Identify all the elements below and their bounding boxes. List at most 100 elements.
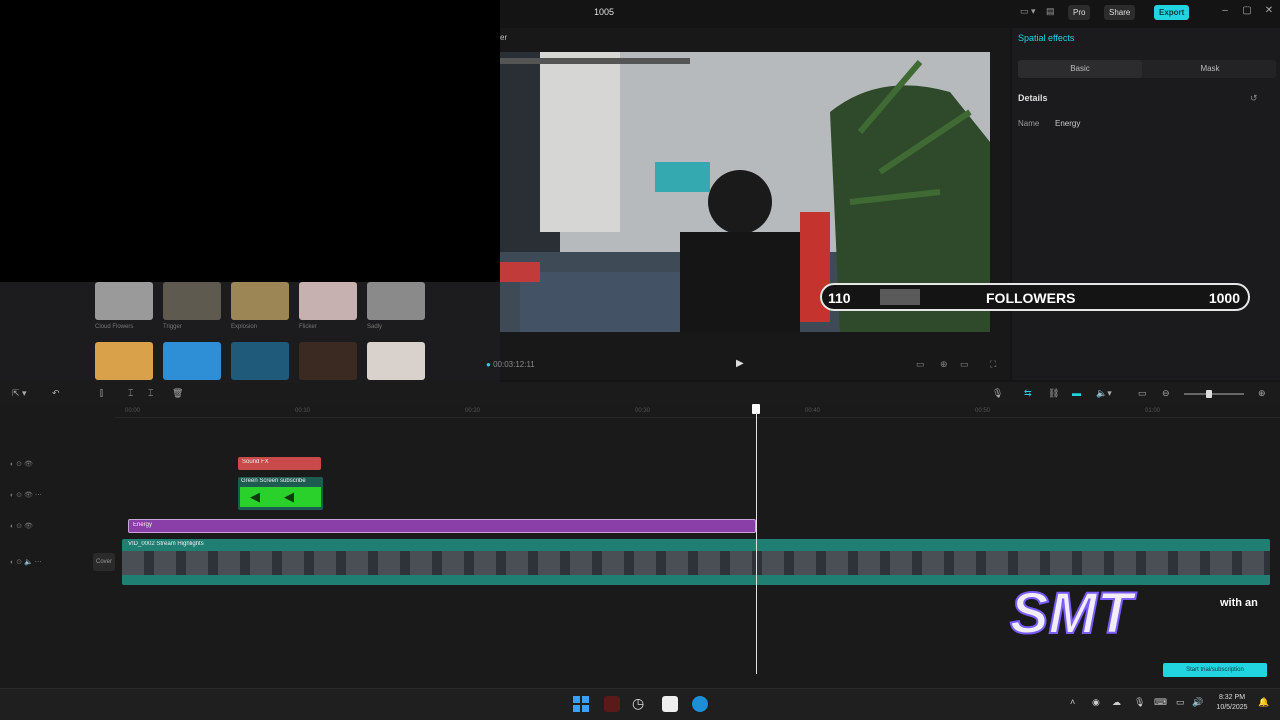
link-icon[interactable]: ⛓ [1048, 388, 1059, 399]
zoom-slider-handle[interactable] [1206, 390, 1212, 398]
ruler-tick: 00:20 [465, 408, 481, 414]
fullscreen-icon[interactable]: ⛶ [990, 359, 996, 370]
undo-icon[interactable]: ↶ [52, 388, 60, 399]
media-thumb[interactable] [95, 342, 153, 380]
ruler-tick: 00:40 [805, 408, 821, 414]
track-header[interactable]: ◐ ⊙ 👁 [10, 460, 33, 468]
green-screen-clip[interactable]: Green Screen subscribe ◀ ◀ [238, 477, 323, 510]
play-icon[interactable]: ▶ [736, 358, 744, 369]
zoom-icon[interactable]: ⊕ [940, 359, 948, 370]
media-grid: Cloud Flowers Trigger Explosion Flicker … [95, 282, 435, 382]
media-thumb[interactable] [231, 342, 289, 380]
smt-cta-button[interactable]: Start trial/subscription [1163, 663, 1267, 677]
track-header[interactable]: ◐ ⊙ 👁 [10, 522, 33, 530]
capcut-icon[interactable] [662, 696, 678, 712]
green-clip-frames: ◀ ◀ [240, 487, 321, 507]
media-thumb[interactable] [231, 282, 289, 320]
media-thumb[interactable] [367, 342, 425, 380]
ratio-icon[interactable]: ▭ [960, 359, 969, 370]
tab-basic[interactable]: Basic [1018, 60, 1142, 78]
zoom-out-icon[interactable]: ⊖ [1162, 388, 1170, 399]
caption-icon[interactable]: ▭ [1138, 388, 1147, 399]
current-time-accent: ● [486, 360, 491, 369]
track-header[interactable]: ◐ ⊙ 👁 ⋯ [10, 491, 42, 499]
pro-button[interactable]: Pro [1068, 5, 1091, 20]
share-button[interactable]: Share [1104, 5, 1136, 20]
arrow-icon: ◀ [250, 489, 260, 504]
audio-icon[interactable]: 🔈▾ [1096, 388, 1112, 399]
media-thumb[interactable] [299, 282, 357, 320]
inspector-panel [1012, 28, 1280, 380]
clock-time: 8:32 PM [1218, 694, 1246, 701]
media-thumb[interactable] [299, 342, 357, 380]
thumb-label: Sadly [367, 324, 383, 330]
pro-label: Pro [1073, 8, 1086, 17]
minimize-icon[interactable]: – [1218, 5, 1232, 16]
media-thumb[interactable] [163, 282, 221, 320]
edge-icon[interactable] [692, 696, 708, 712]
thumb-fill [231, 282, 289, 320]
media-thumb[interactable] [163, 342, 221, 380]
inspector-tabs: Basic Mask [1018, 60, 1276, 78]
zoom-slider[interactable] [1184, 390, 1244, 398]
split-left-icon[interactable]: ⌶ [128, 388, 133, 399]
close-icon[interactable]: ✕ [1262, 5, 1276, 16]
notification-icon[interactable]: 🔔 [1258, 697, 1269, 708]
share-label: Share [1109, 8, 1131, 17]
cloud-icon[interactable]: ☁ [1112, 697, 1121, 708]
tray-chevron-icon[interactable]: ˄ [1070, 697, 1075, 707]
inspector-title: Spatial effects [1018, 33, 1075, 43]
timeline-ruler[interactable]: 00:00 00:10 00:20 00:30 00:40 00:50 01:0… [115, 404, 1280, 418]
arrow-icon: ◀ [284, 489, 294, 504]
split-icon[interactable]: ⫿ [100, 388, 103, 399]
thumb-label: Cloud Flowers [95, 324, 134, 330]
export-label: Export [1159, 8, 1185, 17]
cover-button[interactable]: Cover [93, 553, 115, 571]
network-icon[interactable]: ▭ [1176, 697, 1185, 708]
media-thumb[interactable] [95, 282, 153, 320]
export-button[interactable]: Export [1154, 5, 1190, 20]
smt-logo: SMT [1000, 580, 1232, 647]
maximize-icon[interactable]: ▢ [1240, 5, 1254, 16]
mic-tray-icon[interactable]: 🎙 [1134, 697, 1145, 708]
mic-icon[interactable]: 🎙 [992, 388, 1003, 399]
track-header[interactable]: ◐ ⊙ 🔈 ⋯ [10, 558, 42, 566]
tray-app-icon[interactable]: ◉ [1092, 697, 1100, 708]
select-tool-icon[interactable]: ⇱ ▾ [12, 388, 27, 399]
keyboard-icon[interactable]: ⌨ [1154, 697, 1167, 708]
ruler-tick: 01:00 [1145, 408, 1161, 414]
green-clip-label: Green Screen subscribe [241, 478, 306, 484]
ruler-tick: 00:50 [975, 408, 991, 414]
preview-axis-icon[interactable]: ▬ [1072, 388, 1081, 398]
layout-icon[interactable]: ▭ ▾ [1020, 6, 1036, 17]
zoom-in-icon[interactable]: ⊕ [1258, 388, 1266, 399]
timecode: 00:03:12:11 [493, 360, 535, 369]
playhead-line[interactable] [756, 412, 757, 674]
audio-clip-label: Sound FX [242, 459, 269, 465]
panel-icon[interactable]: ▤ [1046, 6, 1055, 17]
delete-icon[interactable]: 🗑 [172, 388, 183, 399]
clock-date: 10/5/2025 [1216, 704, 1248, 711]
reset-icon[interactable]: ↺ [1250, 93, 1258, 104]
smt-with-text: with an [1220, 597, 1258, 609]
thumb-fill [95, 282, 153, 320]
fit-icon[interactable]: ▭ [916, 359, 925, 370]
split-right-icon[interactable]: ⌶ [148, 388, 153, 399]
followers-progress-fill [880, 289, 920, 305]
tab-mask[interactable]: Mask [1148, 60, 1272, 78]
effect-clip[interactable]: Energy [128, 519, 756, 533]
clock-app-icon[interactable]: ◷ [632, 695, 644, 712]
app-icon[interactable] [604, 696, 620, 712]
snap-icon[interactable]: ⇆ [1024, 388, 1032, 399]
windows-start-icon[interactable] [573, 696, 589, 712]
audio-clip[interactable]: Sound FX [238, 457, 321, 470]
thumb-label: Flicker [299, 324, 317, 330]
taskbar-clock[interactable]: 8:32 PM 10/5/2025 [1210, 693, 1254, 713]
media-thumb[interactable] [367, 282, 425, 320]
black-overlay [0, 0, 500, 282]
smt-logo-graphic: SMT [1009, 580, 1138, 647]
volume-icon[interactable]: 🔊 [1192, 697, 1203, 708]
ruler-tick: 00:30 [635, 408, 651, 414]
main-video-clip[interactable]: VID_0002 Stream Highlights [122, 539, 1270, 585]
player-title: er [500, 33, 508, 42]
